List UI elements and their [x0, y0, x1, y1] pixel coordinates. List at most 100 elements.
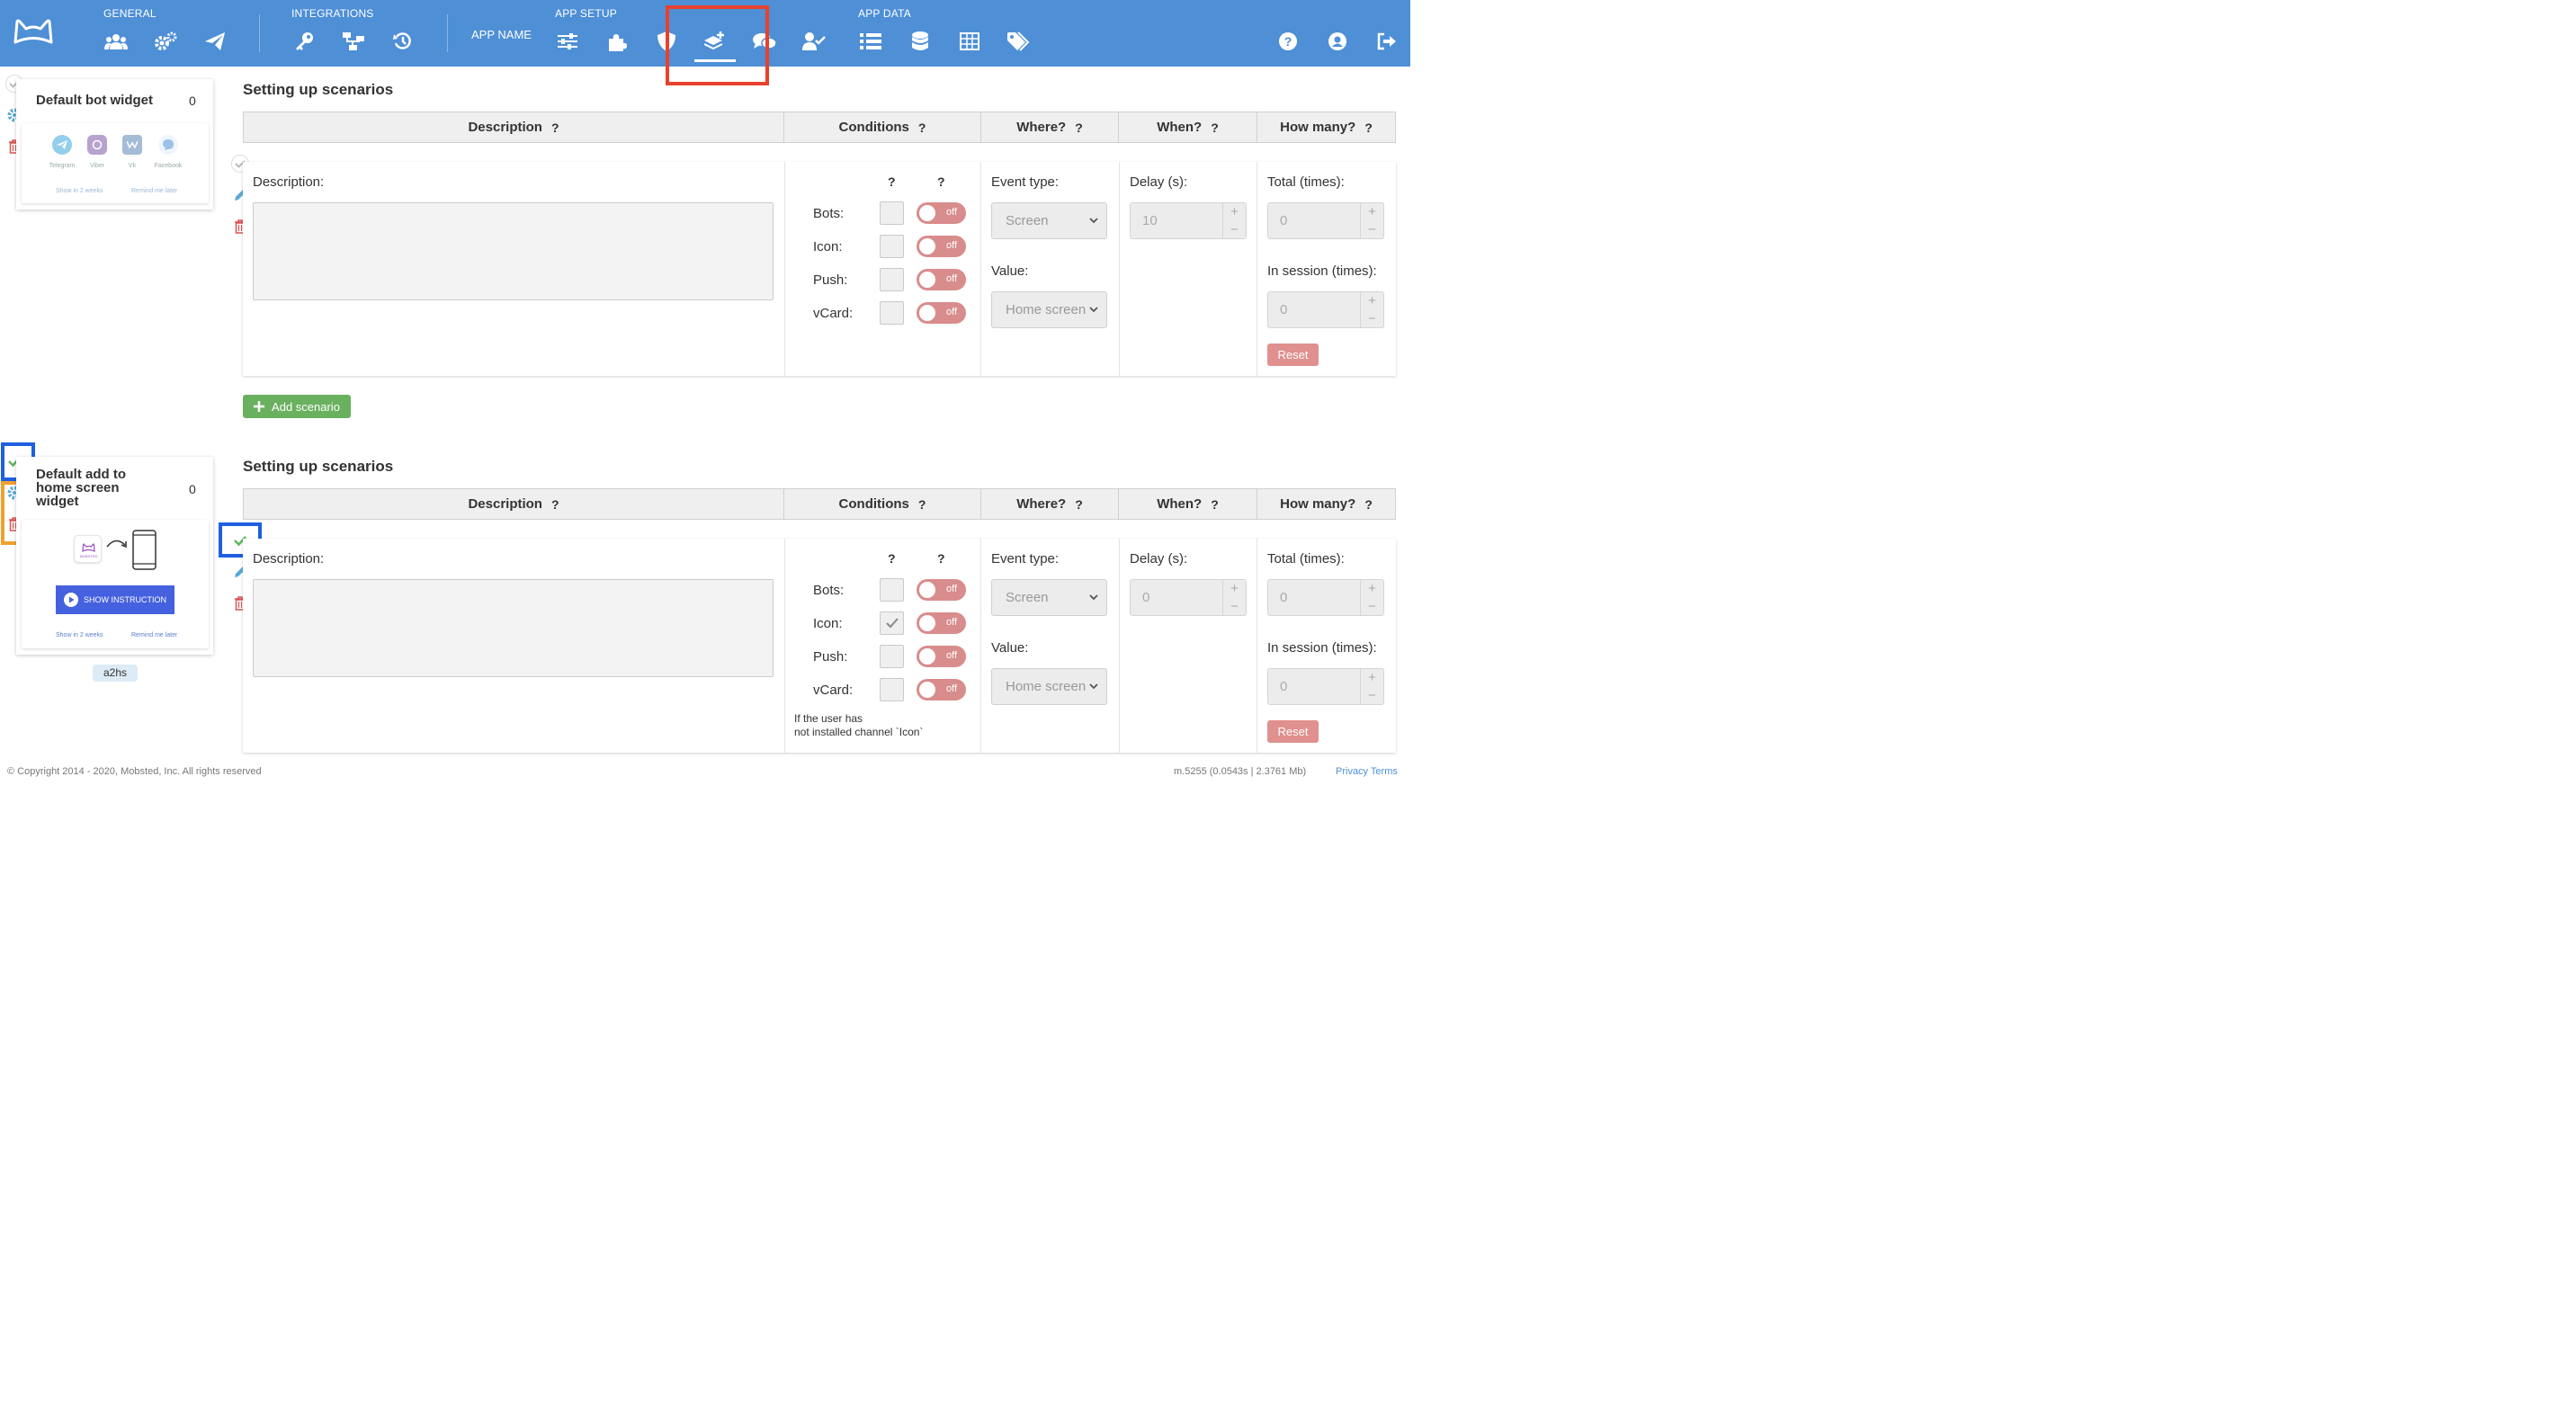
- remind-later-link: Remind me later: [131, 188, 178, 194]
- reset-button[interactable]: Reset: [1267, 720, 1319, 743]
- help-icon[interactable]: ?: [1211, 497, 1219, 512]
- table-icon[interactable]: [957, 30, 982, 53]
- help-icon[interactable]: ?: [888, 551, 896, 566]
- help-icon[interactable]: ?: [937, 551, 945, 566]
- icon-toggle[interactable]: off: [917, 612, 966, 634]
- help-icon[interactable]: ?: [888, 174, 896, 189]
- icon-checkbox[interactable]: [880, 611, 904, 635]
- description-textarea[interactable]: [253, 579, 774, 677]
- database-icon[interactable]: [908, 30, 933, 53]
- active-tab-underline: [694, 59, 736, 62]
- vcard-checkbox[interactable]: [880, 678, 904, 701]
- users-icon[interactable]: [103, 30, 129, 53]
- scenario-row: Description: ? ? Bots: off Icon: off Pus…: [243, 539, 1396, 753]
- event-type-select[interactable]: Screen: [991, 579, 1107, 616]
- mobsted-logo[interactable]: [13, 18, 54, 45]
- add-scenario-label: Add scenario: [272, 399, 340, 414]
- history-icon[interactable]: [390, 30, 416, 53]
- push-toggle[interactable]: off: [917, 269, 966, 290]
- th-conditions: Conditions?: [838, 120, 926, 135]
- icon-checkbox[interactable]: [880, 235, 904, 258]
- footer-links[interactable]: Privacy Terms: [1336, 766, 1398, 777]
- widget-count: 0: [189, 94, 196, 108]
- event-type-label: Event type:: [991, 551, 1060, 567]
- user-check-icon[interactable]: [801, 30, 827, 53]
- help-icon[interactable]: ?: [1075, 497, 1083, 512]
- increment-button: +: [1230, 581, 1239, 596]
- value-select[interactable]: Home screen: [991, 291, 1107, 328]
- increment-button: +: [1368, 670, 1376, 685]
- list-icon[interactable]: [858, 30, 883, 53]
- top-navbar: GENERAL INTEGRATIONS APP SETUP APP DATA …: [0, 0, 1410, 67]
- shield-icon[interactable]: [654, 30, 679, 53]
- nav-separator: [259, 14, 260, 52]
- channel-label: Icon:: [813, 239, 843, 254]
- delay-input[interactable]: 0 + −: [1130, 579, 1247, 616]
- help-icon[interactable]: ?: [551, 120, 559, 135]
- condition-hint: If the user has not installed channel `Ic…: [794, 712, 924, 738]
- total-input[interactable]: 0 + −: [1267, 202, 1384, 239]
- messenger-label: Telegram: [49, 163, 76, 169]
- description-textarea[interactable]: [253, 202, 774, 300]
- description-label: Description:: [253, 174, 325, 190]
- push-checkbox[interactable]: [880, 268, 904, 291]
- comments-icon[interactable]: [752, 30, 777, 53]
- messenger-label: Viber: [89, 163, 105, 169]
- increment-button: +: [1368, 204, 1376, 219]
- svg-text:?: ?: [1284, 34, 1292, 49]
- paper-plane-icon[interactable]: [202, 30, 228, 53]
- bots-toggle[interactable]: off: [917, 202, 966, 224]
- network-icon[interactable]: [341, 30, 366, 53]
- help-icon[interactable]: ?: [1364, 120, 1373, 135]
- total-label: Total (times):: [1267, 551, 1345, 567]
- help-icon[interactable]: ?: [1075, 120, 1083, 135]
- push-checkbox[interactable]: [880, 645, 904, 668]
- check-icon: [885, 618, 899, 629]
- user-circle-icon[interactable]: [1325, 30, 1350, 53]
- th-description: Description?: [468, 496, 559, 512]
- sign-out-icon[interactable]: [1374, 30, 1400, 53]
- app-name[interactable]: APP NAME: [471, 28, 532, 41]
- layer-plus-icon[interactable]: [702, 30, 728, 53]
- section-title: Setting up scenarios: [243, 458, 394, 475]
- value-select[interactable]: Home screen: [991, 668, 1107, 705]
- key-icon[interactable]: [291, 30, 317, 53]
- delay-input[interactable]: 10 + −: [1130, 202, 1247, 239]
- help-icon[interactable]: ?: [1275, 30, 1301, 53]
- increment-button: +: [1368, 581, 1376, 596]
- sliders-icon[interactable]: [555, 30, 580, 53]
- help-icon[interactable]: ?: [1364, 497, 1373, 512]
- vcard-checkbox[interactable]: [880, 301, 904, 325]
- help-icon[interactable]: ?: [551, 497, 559, 512]
- show-instruction-label: SHOW INSTRUCTION: [84, 595, 166, 604]
- show-later-link: Show in 2 weeks: [56, 188, 103, 194]
- bots-toggle[interactable]: off: [917, 579, 966, 601]
- help-icon[interactable]: ?: [918, 497, 926, 512]
- event-type-label: Event type:: [991, 174, 1060, 190]
- session-input[interactable]: 0 + −: [1267, 668, 1384, 705]
- app-logo-tile: MOBSTED: [74, 535, 102, 563]
- puzzle-icon[interactable]: [604, 30, 630, 53]
- vcard-toggle[interactable]: off: [917, 302, 966, 324]
- help-icon[interactable]: ?: [1211, 120, 1219, 135]
- scenario-row: Description: ? ? Bots: off Icon: off Pus…: [243, 162, 1396, 376]
- th-when: When??: [1157, 496, 1219, 512]
- reset-button[interactable]: Reset: [1267, 344, 1319, 366]
- decrement-button: −: [1368, 598, 1376, 614]
- facebook-messenger-icon: [158, 135, 178, 155]
- show-instruction-button[interactable]: SHOW INSTRUCTION: [56, 585, 174, 614]
- add-scenario-button[interactable]: Add scenario: [243, 395, 351, 418]
- session-input[interactable]: 0 + −: [1267, 291, 1384, 328]
- event-type-select[interactable]: Screen: [991, 202, 1107, 239]
- bots-checkbox[interactable]: [880, 201, 904, 225]
- help-icon[interactable]: ?: [918, 120, 926, 135]
- help-icon[interactable]: ?: [937, 174, 945, 189]
- push-toggle[interactable]: off: [917, 646, 966, 667]
- gears-icon[interactable]: [153, 30, 178, 53]
- widget-count: 0: [189, 482, 196, 496]
- total-input[interactable]: 0 + −: [1267, 579, 1384, 616]
- tags-icon[interactable]: [1006, 30, 1032, 53]
- bots-checkbox[interactable]: [880, 578, 904, 602]
- vcard-toggle[interactable]: off: [917, 679, 966, 701]
- icon-toggle[interactable]: off: [917, 236, 966, 257]
